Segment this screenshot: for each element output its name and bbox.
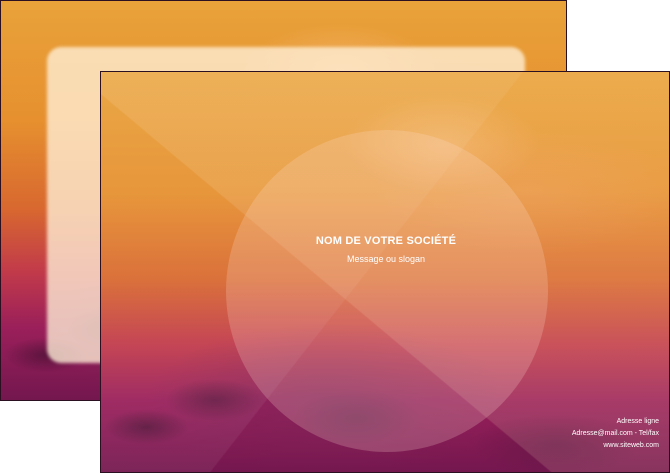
company-name: NOM DE VOTRE SOCIÉTÉ: [315, 235, 457, 247]
slogan-text: Message ou slogan: [346, 254, 426, 264]
address-line: Adresse ligne: [616, 418, 659, 425]
flyer-front-page: NOM DE VOTRE SOCIÉTÉ Message ou slogan A…: [100, 71, 670, 473]
email-phone-line: Adresse@mail.com - Tel/fax: [571, 430, 659, 437]
contact-block: Adresse ligne Adresse@mail.com - Tel/fax…: [572, 416, 659, 452]
translucent-circle: [226, 130, 548, 452]
website-line: www.siteweb.com: [603, 442, 659, 449]
